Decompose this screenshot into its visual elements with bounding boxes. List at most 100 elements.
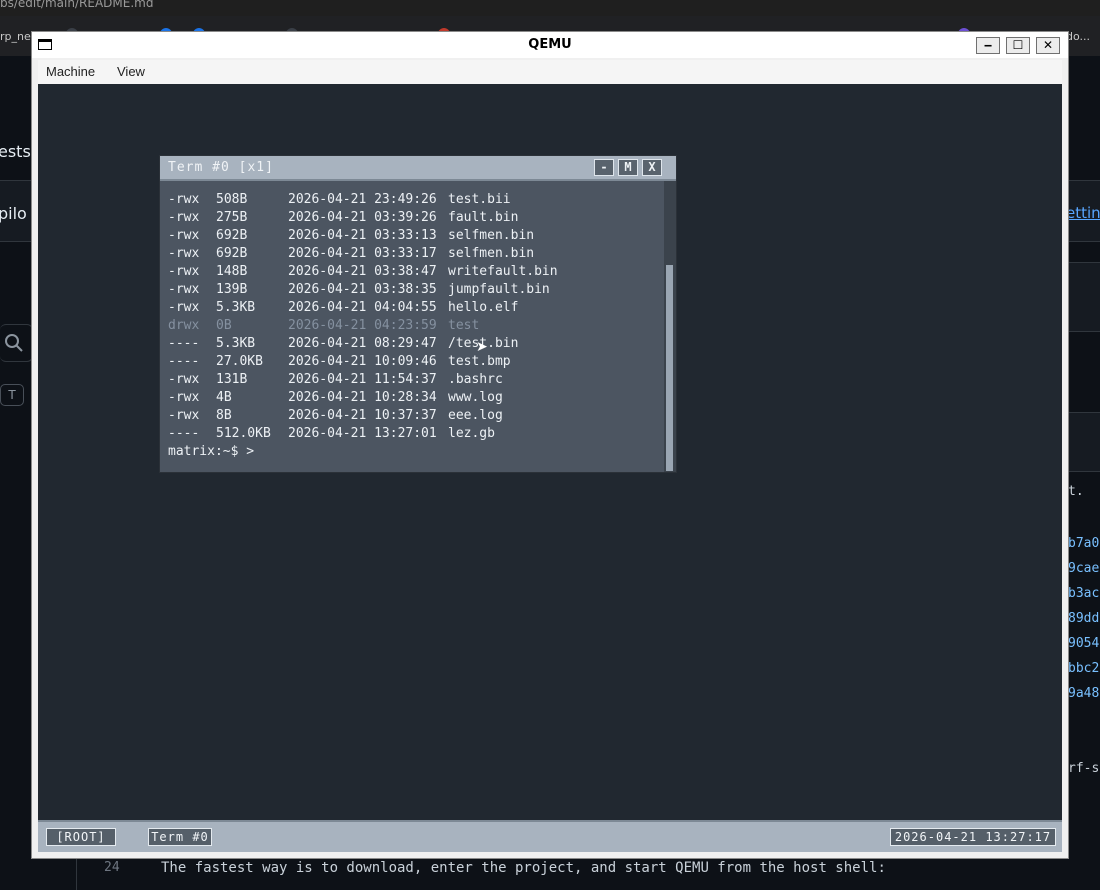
search-box[interactable] <box>0 324 33 362</box>
file-date: 2026-04-21 04:23:59 <box>288 318 437 333</box>
url-text: bs/edit/main/README.md <box>0 0 154 10</box>
qemu-titlebar[interactable]: QEMU ‒ ☐ ✕ <box>32 32 1068 58</box>
file-name: fault.bin <box>448 210 519 225</box>
file-size: 148B <box>216 264 248 279</box>
file-name: lez.gb <box>448 426 495 441</box>
editor-left-panel: ests pilo T <box>0 56 34 890</box>
root-button[interactable]: [ROOT] <box>46 828 116 846</box>
commit-hash[interactable]: bbc2 <box>1068 661 1099 676</box>
file-permissions: -rwx <box>168 372 200 387</box>
terminal-tab-button[interactable]: Term #0 <box>148 828 212 846</box>
menu-machine[interactable]: Machine <box>46 64 95 79</box>
file-size: 8B <box>216 408 232 423</box>
maximize-icon: ☐ <box>1012 38 1024 52</box>
file-date: 2026-04-21 04:04:55 <box>288 300 437 315</box>
search-icon <box>5 334 23 352</box>
file-size: 512.0KB <box>216 426 271 441</box>
list-item: -rwx 139B 2026-04-21 03:38:35 jumpfault.… <box>168 282 664 300</box>
copilot-label[interactable]: pilo <box>0 204 27 223</box>
file-date: 2026-04-21 03:33:13 <box>288 228 437 243</box>
file-size: 131B <box>216 372 248 387</box>
file-name: jumpfault.bin <box>448 282 550 297</box>
file-name: test.bii <box>448 192 511 207</box>
commit-hash[interactable]: 89dd <box>1068 611 1099 626</box>
file-permissions: -rwx <box>168 390 200 405</box>
file-permissions: -rwx <box>168 264 200 279</box>
file-name: selfmen.bin <box>448 228 535 243</box>
terminal-close-button[interactable]: X <box>642 159 662 176</box>
list-item: -rwx 508B 2026-04-21 23:49:26 test.bii <box>168 192 664 210</box>
bookmark-item[interactable]: do... <box>1066 30 1090 43</box>
file-permissions: -rwx <box>168 210 200 225</box>
right-box <box>1068 412 1100 472</box>
list-item: ---- 27.0KB 2026-04-21 10:09:46 test.bmp <box>168 354 664 372</box>
list-item: -rwx 275B 2026-04-21 03:39:26 fault.bin <box>168 210 664 228</box>
file-name: .bashrc <box>448 372 503 387</box>
commit-hash[interactable]: b7a0 <box>1068 536 1099 551</box>
guest-display[interactable]: Term #0 [x1] - M X -rwx 508B 2026-04-21 … <box>38 84 1062 852</box>
editor-bottom-line: 24 The fastest way is to download, enter… <box>34 856 1068 890</box>
terminal-titlebar[interactable]: Term #0 [x1] - M X <box>160 156 676 181</box>
file-name: writefault.bin <box>448 264 558 279</box>
list-item-directory: drwx 0B 2026-04-21 04:23:59 test <box>168 318 664 336</box>
file-name: test <box>448 318 480 333</box>
file-size: 5.3KB <box>216 300 256 315</box>
commit-hash[interactable]: 9054 <box>1068 636 1099 651</box>
commit-hash[interactable]: 9a48 <box>1068 686 1099 701</box>
file-date: 2026-04-21 13:27:01 <box>288 426 437 441</box>
commit-hash[interactable]: 9cae <box>1068 561 1099 576</box>
scrollbar-thumb[interactable] <box>666 265 673 471</box>
terminal-maximize-button[interactable]: M <box>618 159 638 176</box>
file-name: eee.log <box>448 408 503 423</box>
terminal-output[interactable]: -rwx 508B 2026-04-21 23:49:26 test.bii -… <box>168 192 664 464</box>
list-item: -rwx 4B 2026-04-21 10:28:34 www.log <box>168 390 664 408</box>
mouse-cursor-icon: ➤ <box>476 339 488 355</box>
terminal-window[interactable]: Term #0 [x1] - M X -rwx 508B 2026-04-21 … <box>160 156 676 472</box>
list-item: -rwx 8B 2026-04-21 10:37:37 eee.log <box>168 408 664 426</box>
file-date: 2026-04-21 23:49:26 <box>288 192 437 207</box>
minimize-icon: ‒ <box>983 38 993 52</box>
editor-line-text[interactable]: The fastest way is to download, enter th… <box>161 860 886 876</box>
list-item: -rwx 692B 2026-04-21 03:33:17 selfmen.bi… <box>168 246 664 264</box>
maximize-button[interactable]: ☐ <box>1006 37 1030 54</box>
right-box <box>1068 262 1100 332</box>
commit-hash[interactable]: b3ac <box>1068 586 1099 601</box>
terminal-scrollbar[interactable] <box>664 181 676 472</box>
browser-url-bar: bs/edit/main/README.md <box>0 0 1100 16</box>
editor-right-panel: etting t. b7a0 9cae b3ac 89dd 9054 bbc2 … <box>1068 56 1100 890</box>
file-name: selfmen.bin <box>448 246 535 261</box>
file-size: 5.3KB <box>216 336 256 351</box>
guest-statusbar: [ROOT] Term #0 2026-04-21 13:27:17 <box>38 820 1062 852</box>
terminal-minimize-button[interactable]: - <box>594 159 614 176</box>
file-size: 27.0KB <box>216 354 263 369</box>
file-permissions: ---- <box>168 336 200 351</box>
list-item: -rwx 131B 2026-04-21 11:54:37 .bashrc <box>168 372 664 390</box>
list-item: -rwx 148B 2026-04-21 03:38:47 writefault… <box>168 264 664 282</box>
file-size: 508B <box>216 192 248 207</box>
file-size: 139B <box>216 282 248 297</box>
file-size: 692B <box>216 246 248 261</box>
bookmark-item[interactable]: rp_ne <box>0 30 31 43</box>
nav-tests-label[interactable]: ests <box>0 142 31 161</box>
right-text: t. <box>1068 484 1084 499</box>
gutter-divider <box>76 856 77 890</box>
close-button[interactable]: ✕ <box>1036 37 1060 54</box>
list-item: -rwx 692B 2026-04-21 03:33:13 selfmen.bi… <box>168 228 664 246</box>
file-date: 2026-04-21 03:39:26 <box>288 210 437 225</box>
file-date: 2026-04-21 08:29:47 <box>288 336 437 351</box>
file-size: 0B <box>216 318 232 333</box>
line-number: 24 <box>104 860 120 875</box>
file-name: test.bmp <box>448 354 511 369</box>
terminal-title: Term #0 [x1] <box>168 160 274 175</box>
file-date: 2026-04-21 10:37:37 <box>288 408 437 423</box>
clock-display: 2026-04-21 13:27:17 <box>890 828 1056 846</box>
minimize-button[interactable]: ‒ <box>976 37 1000 54</box>
file-date: 2026-04-21 03:38:47 <box>288 264 437 279</box>
settings-link[interactable]: etting <box>1068 204 1100 222</box>
file-date: 2026-04-21 10:09:46 <box>288 354 437 369</box>
file-size: 692B <box>216 228 248 243</box>
shell-prompt[interactable]: matrix:~$ > <box>168 444 254 459</box>
file-name: www.log <box>448 390 503 405</box>
menu-view[interactable]: View <box>117 64 145 79</box>
file-permissions: -rwx <box>168 300 200 315</box>
